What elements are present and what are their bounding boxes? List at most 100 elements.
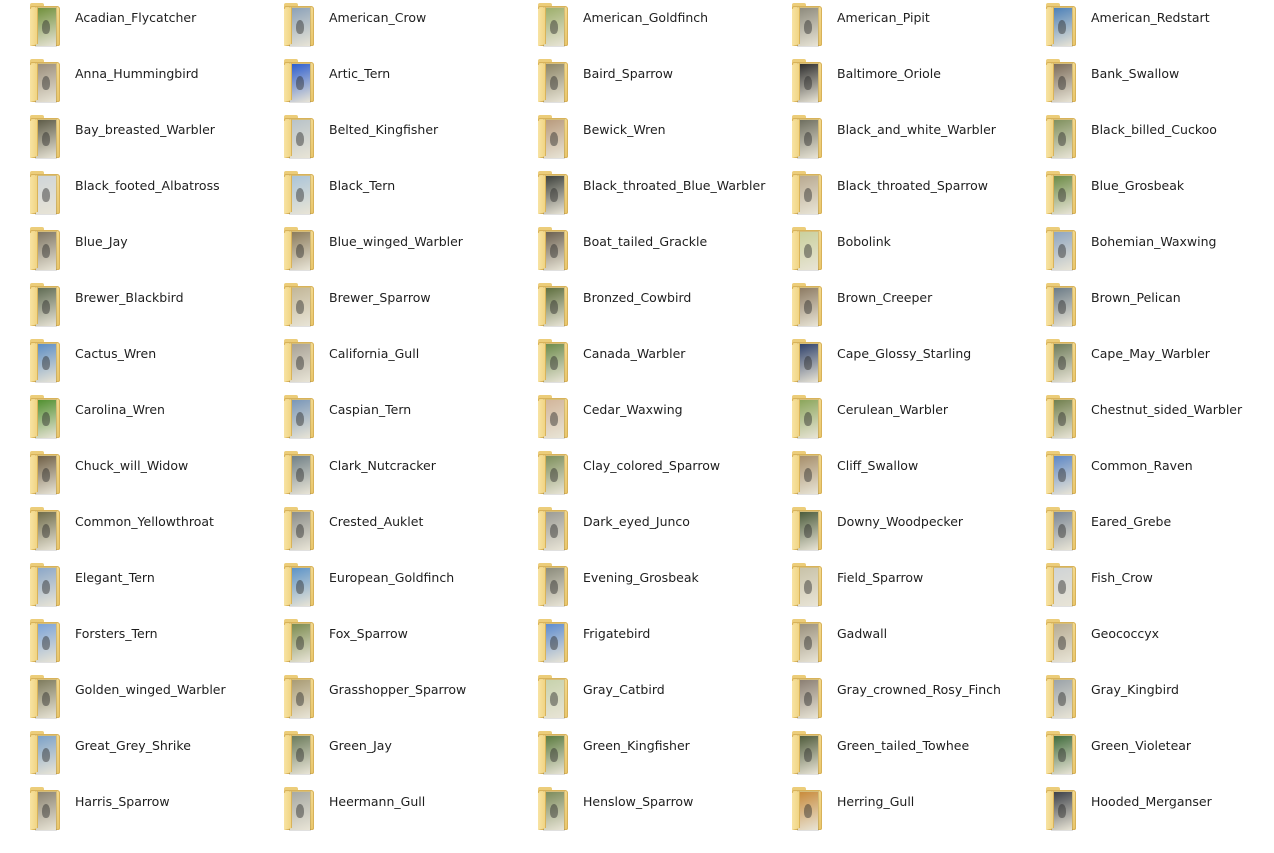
folder-item[interactable]: Green_Violetear	[1016, 728, 1270, 784]
folder-item[interactable]: American_Redstart	[1016, 0, 1270, 56]
folder-name: Green_Violetear	[1091, 738, 1192, 753]
folder-item[interactable]: Herring_Gull	[762, 784, 1016, 840]
folder-thumbnail	[798, 288, 818, 326]
folder-thumbnail	[1052, 176, 1072, 214]
folder-icon	[30, 507, 64, 552]
folder-item[interactable]: Cliff_Swallow	[762, 448, 1016, 504]
folder-item[interactable]: Gray_Kingbird	[1016, 672, 1270, 728]
folder-item[interactable]: Cedar_Waxwing	[508, 392, 762, 448]
folder-item[interactable]: Cape_Glossy_Starling	[762, 336, 1016, 392]
folder-item[interactable]: Fox_Sparrow	[254, 616, 508, 672]
folder-item[interactable]: Elegant_Tern	[0, 560, 254, 616]
folder-icon	[30, 619, 64, 664]
folder-name: Downy_Woodpecker	[837, 514, 964, 529]
folder-item[interactable]: Great_Grey_Shrike	[0, 728, 254, 784]
folder-item[interactable]: Evening_Grosbeak	[508, 560, 762, 616]
folder-item[interactable]: Artic_Tern	[254, 56, 508, 112]
folder-item[interactable]: Bobolink	[762, 224, 1016, 280]
folder-item[interactable]: Baird_Sparrow	[508, 56, 762, 112]
folder-item[interactable]: Chestnut_sided_Warbler	[1016, 392, 1270, 448]
folder-item[interactable]: American_Pipit	[762, 0, 1016, 56]
folder-name: Baird_Sparrow	[583, 66, 673, 81]
folder-item[interactable]: Gadwall	[762, 616, 1016, 672]
folder-front-flap	[538, 175, 546, 214]
folder-name: Black_billed_Cuckoo	[1091, 122, 1217, 137]
folder-item[interactable]: Acadian_Flycatcher	[0, 0, 254, 56]
folder-item[interactable]: Clay_colored_Sparrow	[508, 448, 762, 504]
folder-item[interactable]: Baltimore_Oriole	[762, 56, 1016, 112]
folder-item[interactable]: Black_footed_Albatross	[0, 168, 254, 224]
folder-item[interactable]: Gray_crowned_Rosy_Finch	[762, 672, 1016, 728]
folder-item[interactable]: Blue_Jay	[0, 224, 254, 280]
folder-item[interactable]: Crested_Auklet	[254, 504, 508, 560]
folder-item[interactable]: American_Crow	[254, 0, 508, 56]
folder-item[interactable]: Cactus_Wren	[0, 336, 254, 392]
folder-item[interactable]: Hooded_Merganser	[1016, 784, 1270, 840]
folder-item[interactable]: Brewer_Sparrow	[254, 280, 508, 336]
folder-item[interactable]: Fish_Crow	[1016, 560, 1270, 616]
folder-front-flap	[792, 567, 800, 606]
folder-item[interactable]: Green_Kingfisher	[508, 728, 762, 784]
folder-item[interactable]: Blue_Grosbeak	[1016, 168, 1270, 224]
folder-item[interactable]: Cerulean_Warbler	[762, 392, 1016, 448]
folder-item[interactable]: Bronzed_Cowbird	[508, 280, 762, 336]
folder-thumbnail	[290, 344, 310, 382]
folder-item[interactable]: Bohemian_Waxwing	[1016, 224, 1270, 280]
folder-item[interactable]: European_Goldfinch	[254, 560, 508, 616]
folder-name: Evening_Grosbeak	[583, 570, 699, 585]
folder-item[interactable]: Cape_May_Warbler	[1016, 336, 1270, 392]
folder-item[interactable]: Golden_winged_Warbler	[0, 672, 254, 728]
folder-front-flap	[1046, 623, 1054, 662]
folder-item[interactable]: American_Goldfinch	[508, 0, 762, 56]
folder-icon	[1046, 395, 1080, 440]
folder-item[interactable]: Caspian_Tern	[254, 392, 508, 448]
folder-item[interactable]: California_Gull	[254, 336, 508, 392]
folder-item[interactable]: Belted_Kingfisher	[254, 112, 508, 168]
folder-item[interactable]: Carolina_Wren	[0, 392, 254, 448]
folder-item[interactable]: Blue_winged_Warbler	[254, 224, 508, 280]
folder-item[interactable]: Black_throated_Sparrow	[762, 168, 1016, 224]
folder-item[interactable]: Dark_eyed_Junco	[508, 504, 762, 560]
folder-name: Dark_eyed_Junco	[583, 514, 690, 529]
folder-item[interactable]: Gray_Catbird	[508, 672, 762, 728]
folder-icon	[30, 395, 64, 440]
folder-front-flap	[30, 7, 38, 47]
folder-item[interactable]: Black_and_white_Warbler	[762, 112, 1016, 168]
folder-item[interactable]: Frigatebird	[508, 616, 762, 672]
folder-item[interactable]: Anna_Hummingbird	[0, 56, 254, 112]
folder-item[interactable]: Clark_Nutcracker	[254, 448, 508, 504]
folder-item[interactable]: Chuck_will_Widow	[0, 448, 254, 504]
folder-item[interactable]: Brown_Creeper	[762, 280, 1016, 336]
folder-item[interactable]: Forsters_Tern	[0, 616, 254, 672]
folder-name: Grasshopper_Sparrow	[329, 682, 467, 697]
folder-item[interactable]: Black_throated_Blue_Warbler	[508, 168, 766, 224]
folder-name: Clay_colored_Sparrow	[583, 458, 721, 473]
folder-item[interactable]: Canada_Warbler	[508, 336, 762, 392]
folder-item[interactable]: Black_Tern	[254, 168, 508, 224]
folder-item[interactable]: Geococcyx	[1016, 616, 1270, 672]
folder-item[interactable]: Green_tailed_Towhee	[762, 728, 1016, 784]
folder-item[interactable]: Field_Sparrow	[762, 560, 1016, 616]
folder-item[interactable]: Common_Yellowthroat	[0, 504, 254, 560]
folder-item[interactable]: Bay_breasted_Warbler	[0, 112, 254, 168]
folder-item[interactable]: Henslow_Sparrow	[508, 784, 762, 840]
folder-item[interactable]: Boat_tailed_Grackle	[508, 224, 762, 280]
folder-icon	[792, 171, 826, 216]
folder-front-flap	[30, 567, 38, 606]
folder-item[interactable]: Heermann_Gull	[254, 784, 508, 840]
folder-item[interactable]: Green_Jay	[254, 728, 508, 784]
folder-icon	[30, 451, 64, 496]
folder-item[interactable]: Downy_Woodpecker	[762, 504, 1016, 560]
folder-item[interactable]: Brown_Pelican	[1016, 280, 1270, 336]
folder-thumbnail	[798, 512, 818, 550]
folder-item[interactable]: Grasshopper_Sparrow	[254, 672, 508, 728]
folder-item[interactable]: Brewer_Blackbird	[0, 280, 254, 336]
folder-item[interactable]: Harris_Sparrow	[0, 784, 254, 840]
folder-item[interactable]: Common_Raven	[1016, 448, 1270, 504]
folder-item[interactable]: Black_billed_Cuckoo	[1016, 112, 1270, 168]
folder-item[interactable]: Bank_Swallow	[1016, 56, 1270, 112]
folder-item[interactable]: Bewick_Wren	[508, 112, 762, 168]
folder-item[interactable]: Eared_Grebe	[1016, 504, 1270, 560]
folder-thumbnail	[36, 288, 56, 326]
folder-name: Black_throated_Blue_Warbler	[583, 178, 766, 193]
